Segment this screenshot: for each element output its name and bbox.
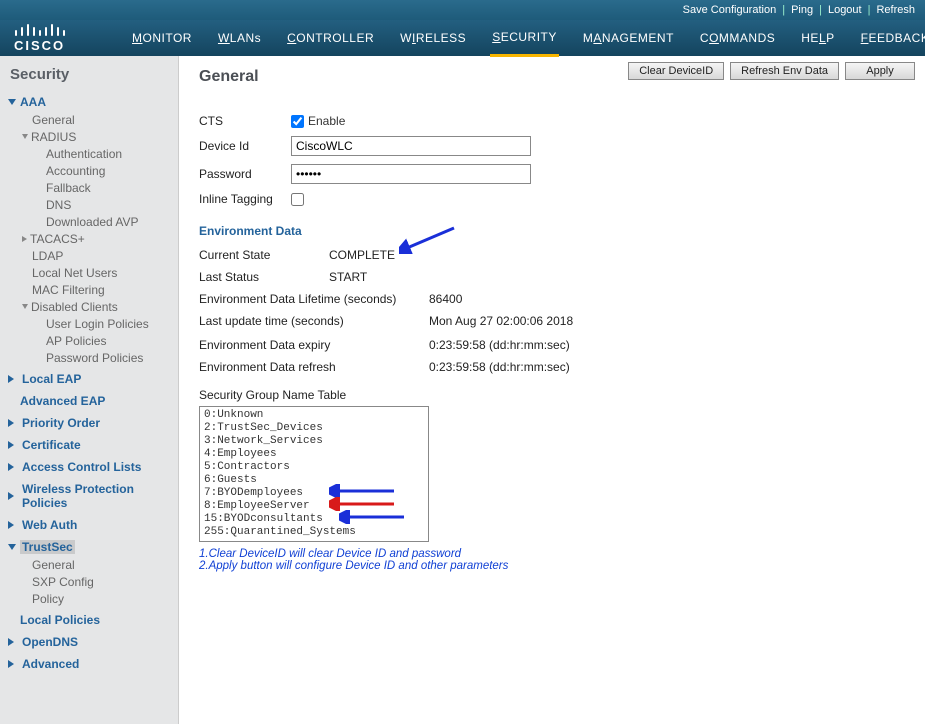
sidebar-acl[interactable]: Access Control Lists xyxy=(8,458,178,476)
env-expiry-label: Environment Data expiry xyxy=(199,338,429,352)
env-data-header: Environment Data xyxy=(199,224,915,238)
deviceid-label: Device Id xyxy=(199,139,291,153)
password-label: Password xyxy=(199,167,291,181)
sgt-label: Security Group Name Table xyxy=(199,388,915,402)
sidebar-prio[interactable]: Priority Order xyxy=(8,414,178,432)
last-status-label: Last Status xyxy=(199,270,329,284)
sidebar-disabled-pw[interactable]: Password Policies xyxy=(46,349,178,366)
footnote-1: 1.Clear DeviceID will clear Device ID an… xyxy=(199,548,915,560)
sidebar-radius-dns[interactable]: DNS xyxy=(46,196,178,213)
sidebar-trustsec[interactable]: TrustSec xyxy=(8,538,178,556)
sgt-listbox[interactable]: 0:Unknown 2:TrustSec_Devices 3:Network_S… xyxy=(199,406,429,542)
sidebar-opendns[interactable]: OpenDNS xyxy=(8,633,178,651)
sidebar-cert[interactable]: Certificate xyxy=(8,436,178,454)
password-input[interactable] xyxy=(291,164,531,184)
sidebar-aaa-tacacs[interactable]: TACACS+ xyxy=(22,230,178,247)
sidebar-aaa-lnu[interactable]: Local Net Users xyxy=(32,264,178,281)
nav-controller[interactable]: CONTROLLER xyxy=(285,21,376,55)
nav-wireless[interactable]: WIRELESS xyxy=(398,21,468,55)
nav-monitor[interactable]: MONITOR xyxy=(130,21,194,55)
sidebar-aaa-ldap[interactable]: LDAP xyxy=(32,247,178,264)
save-config-link[interactable]: Save Configuration xyxy=(683,4,777,16)
sidebar-aaa-mac[interactable]: MAC Filtering xyxy=(32,281,178,298)
refresh-env-button[interactable]: Refresh Env Data xyxy=(730,62,839,80)
sidebar-radius-davp[interactable]: Downloaded AVP xyxy=(46,213,178,230)
content-area: Clear DeviceID Refresh Env Data Apply Ge… xyxy=(179,56,925,724)
logout-link[interactable]: Logout xyxy=(828,4,862,16)
sidebar-wpp[interactable]: Wireless Protection Policies xyxy=(8,480,178,512)
nav-help[interactable]: HELP xyxy=(799,21,836,55)
sidebar-disabled-ulp[interactable]: User Login Policies xyxy=(46,315,178,332)
env-lifetime-value: 86400 xyxy=(429,292,462,306)
nav-security[interactable]: SECURITY xyxy=(490,20,559,57)
env-refresh-label: Environment Data refresh xyxy=(199,360,429,374)
env-refresh-value: 0:23:59:58 (dd:hr:mm:sec) xyxy=(429,360,570,374)
nav-wlans[interactable]: WLANs xyxy=(216,21,263,55)
sidebar-aaa-disabled[interactable]: Disabled Clients xyxy=(22,298,178,315)
sidebar-aaa-radius[interactable]: RADIUS xyxy=(22,128,178,145)
refresh-link[interactable]: Refresh xyxy=(876,4,915,16)
sidebar-aaa-general[interactable]: General xyxy=(32,111,178,128)
sidebar-advanced[interactable]: Advanced xyxy=(8,655,178,673)
ping-link[interactable]: Ping xyxy=(791,4,813,16)
current-state-label: Current State xyxy=(199,248,329,262)
footnote-2: 2.Apply button will configure Device ID … xyxy=(199,560,915,572)
svg-text:CISCO: CISCO xyxy=(14,38,65,53)
sidebar-webauth[interactable]: Web Auth xyxy=(8,516,178,534)
sidebar-trustsec-policy[interactable]: Policy xyxy=(32,590,178,607)
inline-tag-checkbox[interactable] xyxy=(291,193,304,206)
utility-bar: Save Configuration| Ping| Logout| Refres… xyxy=(0,0,925,20)
sidebar-aaa[interactable]: AAA xyxy=(8,93,178,111)
env-expiry-value: 0:23:59:58 (dd:hr:mm:sec) xyxy=(429,338,570,352)
sidebar-localeap[interactable]: Local EAP xyxy=(8,370,178,388)
clear-deviceid-button[interactable]: Clear DeviceID xyxy=(628,62,724,80)
cts-enable-text: Enable xyxy=(308,114,345,128)
sidebar-radius-acct[interactable]: Accounting xyxy=(46,162,178,179)
last-update-label: Last update time (seconds) xyxy=(199,314,429,328)
last-status-value: START xyxy=(329,270,367,284)
nav-feedback[interactable]: FEEDBACK xyxy=(859,21,925,55)
sidebar-radius-auth[interactable]: Authentication xyxy=(46,145,178,162)
sidebar-trustsec-sxp[interactable]: SXP Config xyxy=(32,573,178,590)
current-state-value: COMPLETE xyxy=(329,248,395,262)
cts-enable-checkbox[interactable] xyxy=(291,115,304,128)
sidebar-trustsec-general[interactable]: General xyxy=(32,556,178,573)
cisco-logo: CISCO xyxy=(10,22,90,54)
main-navbar: CISCO MONITOR WLANs CONTROLLER WIRELESS … xyxy=(0,20,925,56)
nav-commands[interactable]: COMMANDS xyxy=(698,21,777,55)
sidebar-adveap[interactable]: Advanced EAP xyxy=(8,392,178,410)
sidebar-localpol[interactable]: Local Policies xyxy=(8,611,178,629)
apply-button[interactable]: Apply xyxy=(845,62,915,80)
sidebar-title: Security xyxy=(10,66,178,83)
cts-label: CTS xyxy=(199,114,291,128)
last-update-value: Mon Aug 27 02:00:06 2018 xyxy=(429,314,573,328)
nav-management[interactable]: MANAGEMENT xyxy=(581,21,676,55)
inline-tag-label: Inline Tagging xyxy=(199,192,291,206)
sidebar-disabled-ap[interactable]: AP Policies xyxy=(46,332,178,349)
footnotes: 1.Clear DeviceID will clear Device ID an… xyxy=(199,548,915,572)
sidebar-radius-fallback[interactable]: Fallback xyxy=(46,179,178,196)
sidebar: Security AAA General RADIUS Authenticati… xyxy=(0,56,179,724)
env-lifetime-label: Environment Data Lifetime (seconds) xyxy=(199,292,429,306)
deviceid-input[interactable] xyxy=(291,136,531,156)
